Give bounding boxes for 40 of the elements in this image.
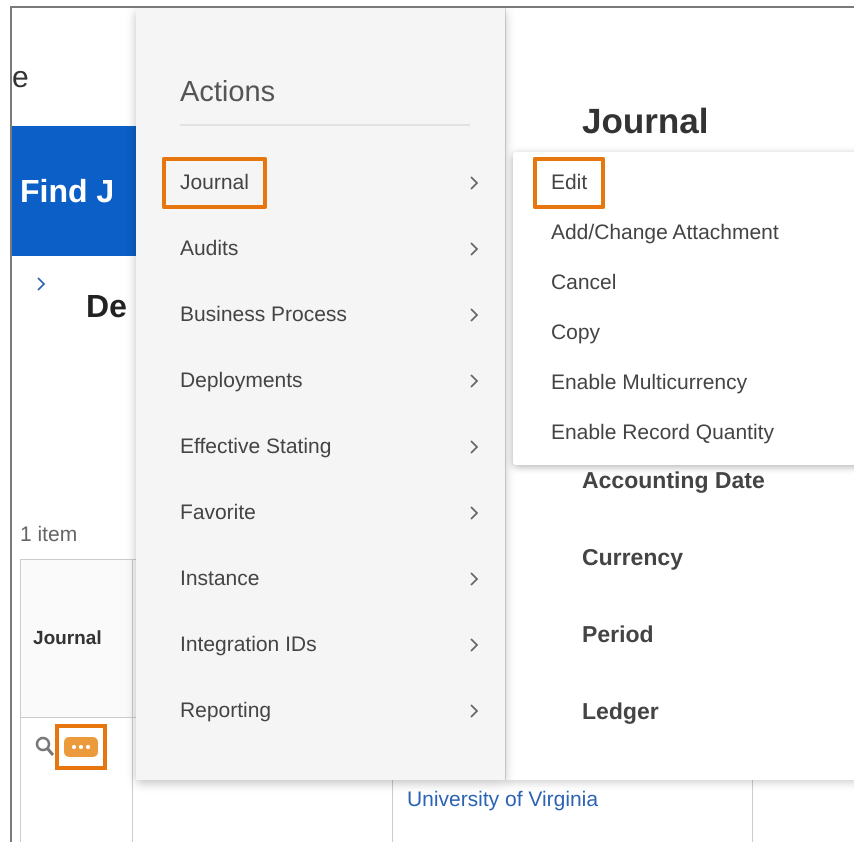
submenu-item[interactable]: Enable Multicurrency xyxy=(533,357,766,409)
menu-item[interactable]: Audits xyxy=(162,223,256,275)
chevron-right-icon xyxy=(36,276,46,292)
submenu-item[interactable]: Edit xyxy=(533,157,606,209)
menu-item[interactable]: Journal xyxy=(162,157,267,209)
field-label: Accounting Date xyxy=(582,466,766,494)
submenu-item[interactable]: Enable Record Quantity xyxy=(533,407,792,459)
menu-item[interactable]: Instance xyxy=(162,553,278,605)
field-label: Period xyxy=(582,620,655,648)
chevron-right-icon xyxy=(469,241,479,257)
more-button[interactable] xyxy=(55,724,107,770)
chevron-right-icon xyxy=(469,439,479,455)
organization-link[interactable]: University of Virginia xyxy=(407,788,598,812)
search-icon[interactable] xyxy=(35,736,55,758)
menu-title: Actions xyxy=(180,75,276,110)
menu-item[interactable]: Integration IDs xyxy=(162,619,335,671)
chevron-right-icon xyxy=(469,307,479,323)
menu-item[interactable]: Effective Stating xyxy=(162,421,350,473)
page-title: e xyxy=(12,60,29,96)
banner-title: Find J xyxy=(20,172,114,210)
column-header: Journal xyxy=(21,560,133,718)
chevron-right-icon xyxy=(469,571,479,587)
section-title: De xyxy=(86,288,127,325)
panel-title: Journal xyxy=(582,102,710,142)
chevron-right-icon xyxy=(469,175,479,191)
chevron-right-icon xyxy=(469,505,479,521)
submenu-item[interactable]: Copy xyxy=(533,307,618,359)
chevron-right-icon xyxy=(469,373,479,389)
field-label: Currency xyxy=(582,543,684,571)
menu-item[interactable]: Reporting xyxy=(162,685,290,737)
item-count: 1 item xyxy=(20,523,78,547)
more-icon xyxy=(64,737,98,757)
chevron-right-icon xyxy=(469,637,479,653)
menu-item[interactable]: Favorite xyxy=(162,487,274,539)
submenu-item[interactable]: Add/Change Attachment xyxy=(533,207,797,259)
menu-item[interactable]: Deployments xyxy=(162,355,321,407)
field-label: Ledger xyxy=(582,697,660,725)
submenu-item[interactable]: Cancel xyxy=(533,257,634,309)
chevron-right-icon xyxy=(469,703,479,719)
menu-item[interactable]: Business Process xyxy=(162,289,365,341)
